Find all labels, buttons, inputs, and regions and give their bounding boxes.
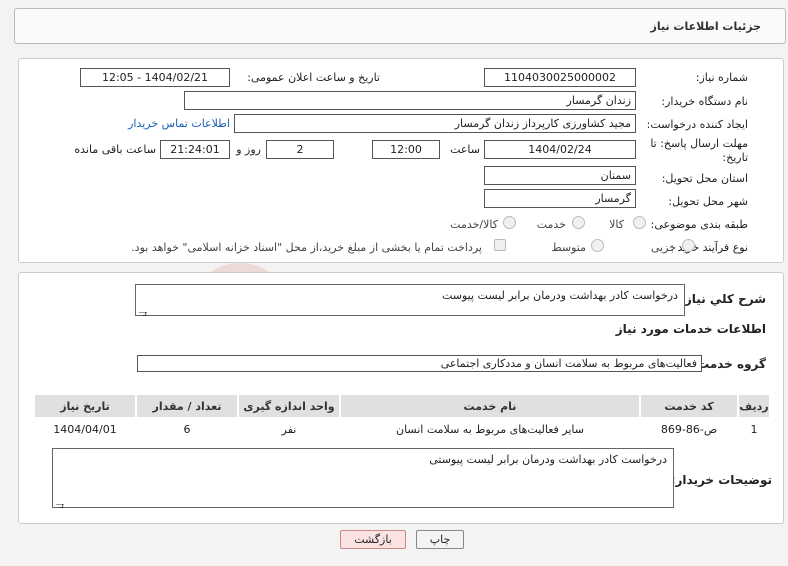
category-option-both: کالا/خدمت bbox=[450, 218, 498, 231]
back-button[interactable]: بازگشت bbox=[340, 530, 406, 549]
days-label: روز و bbox=[236, 143, 261, 156]
services-section-title: اطلاعات خدمات مورد نياز bbox=[615, 322, 766, 336]
category-radio-both[interactable] bbox=[503, 216, 516, 229]
remaining-time-label: ساعت باقی مانده bbox=[74, 143, 156, 156]
announce-date-field: 1404/02/21 - 12:05 bbox=[80, 68, 230, 87]
treasury-payment-note: پرداخت تمام یا بخشی از مبلغ خرید،از محل … bbox=[131, 241, 482, 254]
remaining-time-field: 21:24:01 bbox=[160, 140, 230, 159]
service-group-field: فعالیت‌های مربوط به سلامت انسان و مددکار… bbox=[137, 355, 702, 372]
buyer-org-field: زندان گرمسار bbox=[184, 91, 636, 110]
process-option-medium: متوسط bbox=[551, 241, 586, 254]
city-label: شهر محل تحویل: bbox=[668, 195, 748, 208]
buyer-org-label: نام دستگاه خریدار: bbox=[661, 95, 748, 108]
services-table: ردیف کد خدمت نام خدمت واحد اندازه گیری ت… bbox=[33, 393, 771, 441]
deadline-time-field: 12:00 bbox=[372, 140, 440, 159]
summary-label: شرح کلي نياز: bbox=[680, 292, 766, 306]
col-header-date: تاریخ نیاز bbox=[35, 395, 135, 417]
col-header-row: ردیف bbox=[739, 395, 769, 417]
treasury-payment-checkbox[interactable] bbox=[494, 239, 506, 251]
process-option-minor: جزیی bbox=[650, 241, 676, 254]
need-details-panel bbox=[18, 58, 784, 263]
resize-grip-icon: ⌟ bbox=[139, 305, 147, 318]
cell-date: 1404/04/01 bbox=[35, 419, 135, 439]
col-header-unit: واحد اندازه گیری bbox=[239, 395, 339, 417]
announce-date-label: تاریخ و ساعت اعلان عمومی: bbox=[247, 71, 380, 84]
table-header-row: ردیف کد خدمت نام خدمت واحد اندازه گیری ت… bbox=[35, 395, 769, 417]
print-button[interactable]: چاپ bbox=[416, 530, 464, 549]
cell-code: ص-86-869 bbox=[641, 419, 737, 439]
deadline-label-date: تاریخ: bbox=[722, 151, 748, 164]
table-row: 1 ص-86-869 سایر فعالیت‌های مربوط به سلام… bbox=[35, 419, 769, 439]
col-header-code: کد خدمت bbox=[641, 395, 737, 417]
page-header: جزئیات اطلاعات نیاز bbox=[14, 8, 786, 44]
category-radio-goods[interactable] bbox=[633, 216, 646, 229]
cell-quantity: 6 bbox=[137, 419, 237, 439]
cell-row: 1 bbox=[739, 419, 769, 439]
province-label: استان محل تحویل: bbox=[661, 172, 748, 185]
requester-field: مجید کشاورزی کارپرداز زندان گرمسار bbox=[234, 114, 636, 133]
service-group-label: گروه خدمت: bbox=[692, 357, 766, 371]
page-title: جزئیات اطلاعات نیاز bbox=[650, 20, 762, 33]
province-field: سمنان bbox=[484, 166, 636, 185]
category-option-goods: کالا bbox=[609, 218, 624, 231]
requester-label: ایجاد کننده درخواست: bbox=[646, 118, 748, 131]
category-label: طبقه بندی موضوعی: bbox=[650, 218, 748, 231]
deadline-date-field: 1404/02/24 bbox=[484, 140, 636, 159]
need-number-field: 1104030025000002 bbox=[484, 68, 636, 87]
cell-unit: نفر bbox=[239, 419, 339, 439]
summary-text: درخواست کادر بهداشت ودرمان برابر لیست پی… bbox=[441, 289, 678, 302]
resize-grip-icon: ⌟ bbox=[56, 497, 64, 510]
buyer-notes-textarea: درخواست کادر بهداشت ودرمان برابر لیست پی… bbox=[52, 448, 674, 510]
buyer-contact-link[interactable]: اطلاعات تماس خریدار bbox=[128, 117, 230, 130]
category-option-service: خدمت bbox=[536, 218, 566, 231]
process-radio-minor[interactable] bbox=[682, 239, 695, 252]
col-header-quantity: تعداد / مقدار bbox=[137, 395, 237, 417]
cell-name: سایر فعالیت‌های مربوط به سلامت انسان bbox=[341, 419, 639, 439]
deadline-time-label: ساعت bbox=[450, 143, 480, 156]
deadline-label: مهلت ارسال پاسخ: تا bbox=[650, 137, 748, 150]
process-radio-medium[interactable] bbox=[591, 239, 604, 252]
category-radio-service[interactable] bbox=[572, 216, 585, 229]
days-remaining-field: 2 bbox=[266, 140, 334, 159]
summary-textarea: درخواست کادر بهداشت ودرمان برابر لیست پی… bbox=[135, 284, 685, 318]
buyer-notes-label: توضیحات خریدار: bbox=[670, 473, 772, 487]
city-field: گرمسار bbox=[484, 189, 636, 208]
need-number-label: شماره نیاز: bbox=[695, 71, 748, 84]
col-header-name: نام خدمت bbox=[341, 395, 639, 417]
buyer-notes-text: درخواست کادر بهداشت ودرمان برابر لیست پی… bbox=[429, 453, 667, 466]
